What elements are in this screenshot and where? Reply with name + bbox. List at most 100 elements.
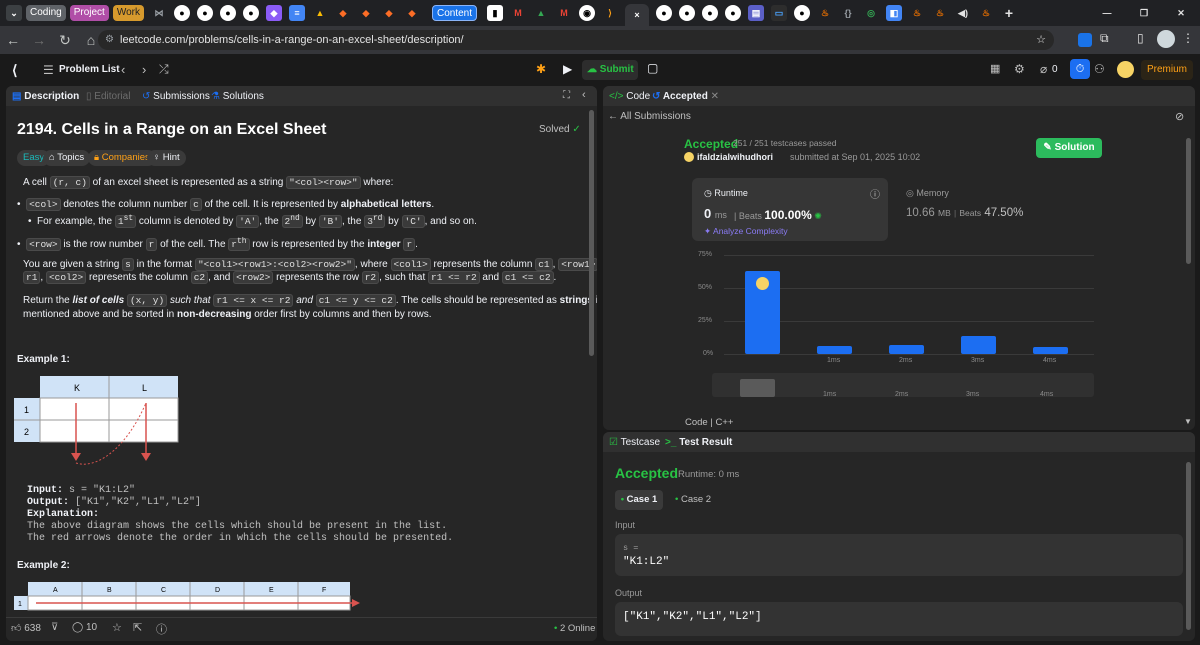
leetcode-tab-icon[interactable]: ⟩ bbox=[602, 5, 618, 21]
submit-button[interactable]: ☁ Submit bbox=[582, 60, 638, 80]
docs-tab-icon[interactable]: ▮ bbox=[487, 5, 504, 21]
scroll-down-icon[interactable]: ▼ bbox=[1184, 417, 1192, 426]
tab-icon[interactable]: ◎ bbox=[863, 5, 879, 21]
code-lang-label[interactable]: Code | C++ bbox=[685, 417, 733, 428]
java-tab-icon[interactable]: ♨ bbox=[932, 5, 948, 21]
github-tab-icon[interactable]: ● bbox=[656, 5, 673, 21]
github-tab-icon[interactable]: ● bbox=[242, 5, 259, 21]
tab-testcase[interactable]: ☑ Testcase bbox=[609, 432, 660, 454]
audio-tab-icon[interactable]: ◀) bbox=[955, 5, 971, 21]
reload-icon[interactable]: ↻ bbox=[52, 32, 78, 49]
gmail-tab-icon[interactable]: M bbox=[510, 5, 526, 21]
profile-avatar[interactable] bbox=[1157, 30, 1175, 48]
gitlab-tab-icon[interactable]: ◆ bbox=[335, 5, 351, 21]
next-problem-icon[interactable]: › bbox=[142, 62, 146, 77]
tab-group-project[interactable]: Project bbox=[69, 5, 109, 21]
tab-submissions[interactable]: ↺ Submissions bbox=[142, 86, 210, 108]
dislike-icon[interactable]: ⊽ bbox=[51, 622, 58, 633]
comments-button[interactable]: ◯ 10 bbox=[72, 622, 97, 633]
drive-tab-icon[interactable]: ▲ bbox=[312, 5, 328, 21]
companies-chip[interactable]: 🔒︎ Companies bbox=[88, 150, 156, 166]
tab-accepted[interactable]: ↺ Accepted ✕ bbox=[652, 86, 719, 108]
streak-icon[interactable]: ⌀ bbox=[1040, 62, 1047, 76]
tab-code[interactable]: </> Code bbox=[609, 86, 650, 108]
gmail-tab-icon[interactable]: M bbox=[556, 5, 572, 21]
like-button[interactable]: 👍︎ 638 bbox=[11, 622, 41, 634]
shield-tab-icon[interactable]: ◆ bbox=[265, 5, 282, 21]
timer-icon[interactable]: ⏱ bbox=[1070, 59, 1090, 79]
add-friend-icon[interactable]: ⚇ bbox=[1094, 62, 1105, 76]
bookmark-star-icon[interactable]: ☆ bbox=[1036, 30, 1046, 50]
collapse-panel-icon[interactable]: ‹ bbox=[582, 89, 586, 101]
chart-bar-3ms[interactable] bbox=[961, 335, 996, 354]
github-tab-icon[interactable]: ● bbox=[794, 5, 811, 21]
code-tab-icon[interactable]: {} bbox=[840, 5, 856, 21]
github-tab-icon[interactable]: ● bbox=[679, 5, 696, 21]
share-icon[interactable]: ⇱ bbox=[133, 621, 142, 634]
hint-chip[interactable]: ♀ Hint bbox=[147, 150, 186, 166]
problem-list-icon[interactable]: ☰ bbox=[43, 63, 54, 77]
tab-group-coding[interactable]: Coding bbox=[26, 5, 66, 21]
notes-icon[interactable]: ▢ bbox=[647, 61, 658, 75]
tab-icon[interactable]: ▭ bbox=[771, 5, 788, 21]
java-tab-icon[interactable]: ♨ bbox=[978, 5, 994, 21]
tab-group-content[interactable]: Content bbox=[431, 5, 478, 21]
user-avatar[interactable] bbox=[1117, 61, 1134, 78]
debug-icon[interactable]: ✱ bbox=[536, 62, 546, 76]
close-window-button[interactable]: ✕ bbox=[1166, 5, 1196, 21]
tab-search-icon[interactable]: ⌄ bbox=[6, 5, 22, 21]
address-bar[interactable]: ⚙ leetcode.com/problems/cells-in-a-range… bbox=[98, 30, 1054, 50]
gitlab-tab-icon[interactable]: ◆ bbox=[381, 5, 397, 21]
tab-icon[interactable]: ◧ bbox=[886, 5, 903, 21]
chart-bar-1ms[interactable] bbox=[817, 346, 852, 354]
extension-icon[interactable] bbox=[1078, 33, 1092, 47]
settings-gear-icon[interactable]: ⚙ bbox=[1014, 62, 1025, 76]
github-tab-icon[interactable]: ● bbox=[173, 5, 190, 21]
chrome-tab-icon[interactable]: ◉ bbox=[579, 5, 596, 21]
github-tab-icon[interactable]: ● bbox=[725, 5, 742, 21]
tab-description[interactable]: ▤ Description bbox=[12, 86, 79, 108]
vscode-tab-icon[interactable]: ⋈ bbox=[151, 5, 167, 21]
gitlab-tab-icon[interactable]: ◆ bbox=[404, 5, 420, 21]
favorite-star-icon[interactable]: ☆ bbox=[112, 621, 122, 634]
left-scrollbar[interactable] bbox=[589, 110, 594, 356]
all-submissions-link[interactable]: ← All Submissions bbox=[608, 111, 691, 122]
solution-button[interactable]: ✎ Solution bbox=[1036, 138, 1102, 158]
tab-test-result[interactable]: >_ Test Result bbox=[665, 432, 732, 454]
link-icon[interactable]: ⊘ bbox=[1175, 110, 1184, 123]
back-icon[interactable]: ← bbox=[0, 32, 26, 48]
site-info-icon[interactable]: ⚙ bbox=[105, 30, 114, 50]
minimize-button[interactable]: — bbox=[1092, 5, 1122, 21]
tab-group-work[interactable]: Work bbox=[112, 5, 144, 21]
case-1-button[interactable]: • Case 1 bbox=[615, 490, 663, 510]
github-tab-icon[interactable]: ● bbox=[219, 5, 236, 21]
close-tab-icon[interactable]: ✕ bbox=[711, 91, 719, 102]
chart-bar-0ms[interactable] bbox=[745, 270, 780, 354]
prev-problem-icon[interactable]: ‹ bbox=[121, 62, 125, 77]
tab-icon[interactable]: ▤ bbox=[748, 5, 765, 21]
case-2-button[interactable]: • Case 2 bbox=[675, 490, 711, 510]
fullscreen-icon[interactable]: ⛶ bbox=[563, 90, 570, 101]
extensions-puzzle-icon[interactable]: ⧉ bbox=[1100, 31, 1109, 46]
topics-chip[interactable]: ⌂ Topics bbox=[43, 150, 91, 166]
info-icon[interactable]: ⓘ bbox=[870, 186, 880, 201]
problem-list-link[interactable]: Problem List bbox=[59, 64, 120, 75]
premium-link[interactable]: Premium bbox=[1141, 60, 1193, 80]
sidebar-icon[interactable]: ▯ bbox=[1137, 31, 1144, 45]
new-tab-button[interactable]: + bbox=[1001, 5, 1017, 21]
restore-button[interactable]: ❐ bbox=[1129, 5, 1159, 21]
github-tab-icon[interactable]: ● bbox=[702, 5, 719, 21]
leetcode-logo-icon[interactable]: ⟨ bbox=[12, 62, 17, 79]
drive-tab-icon[interactable]: ▲ bbox=[533, 5, 549, 21]
run-icon[interactable]: ▶ bbox=[563, 62, 572, 76]
docs-tab-icon[interactable]: ≡ bbox=[288, 5, 305, 21]
github-tab-icon[interactable]: ● bbox=[196, 5, 213, 21]
chart-bar-2ms[interactable] bbox=[889, 344, 924, 354]
analyze-complexity-link[interactable]: ✦ Analyze Complexity bbox=[704, 226, 788, 237]
chart-bar-4ms[interactable] bbox=[1033, 347, 1068, 354]
tab-editorial[interactable]: ▯ Editorial bbox=[86, 86, 130, 108]
forward-icon[interactable]: → bbox=[26, 32, 52, 48]
range-slider-handle[interactable] bbox=[740, 379, 775, 397]
submitter-name[interactable]: ifaldzialwihudhori bbox=[697, 152, 773, 162]
java-tab-icon[interactable]: ♨ bbox=[909, 5, 925, 21]
